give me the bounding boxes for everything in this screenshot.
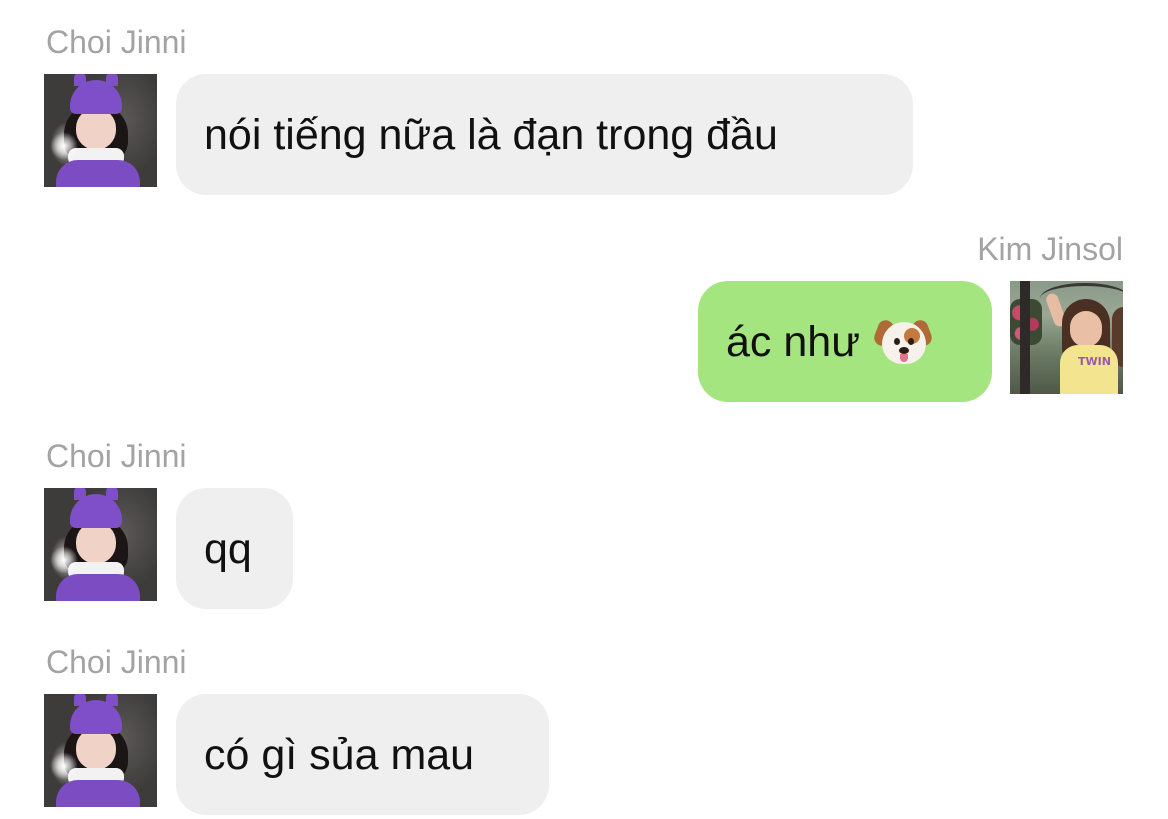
avatar[interactable] xyxy=(44,74,157,187)
shirt-print-graphic: TWIN xyxy=(1078,355,1111,368)
sender-name: Choi Jinni xyxy=(46,644,187,680)
sender-name: Choi Jinni xyxy=(46,438,187,474)
message-bubble[interactable]: ác như xyxy=(698,281,992,402)
avatar[interactable]: TWIN xyxy=(1010,281,1123,394)
message-text: ác như xyxy=(726,317,860,366)
message-bubble[interactable]: nói tiếng nữa là đạn trong đầu xyxy=(176,74,913,195)
avatar[interactable] xyxy=(44,694,157,807)
message-text: qq xyxy=(204,524,252,573)
message-bubble[interactable]: qq xyxy=(176,488,293,609)
avatar[interactable] xyxy=(44,488,157,601)
sender-name: Choi Jinni xyxy=(46,24,187,60)
dog-face-icon xyxy=(872,316,934,368)
message-text: nói tiếng nữa là đạn trong đầu xyxy=(204,110,778,159)
message-text: có gì sủa mau xyxy=(204,730,475,779)
message-bubble[interactable]: có gì sủa mau xyxy=(176,694,549,815)
sender-name: Kim Jinsol xyxy=(977,231,1123,267)
